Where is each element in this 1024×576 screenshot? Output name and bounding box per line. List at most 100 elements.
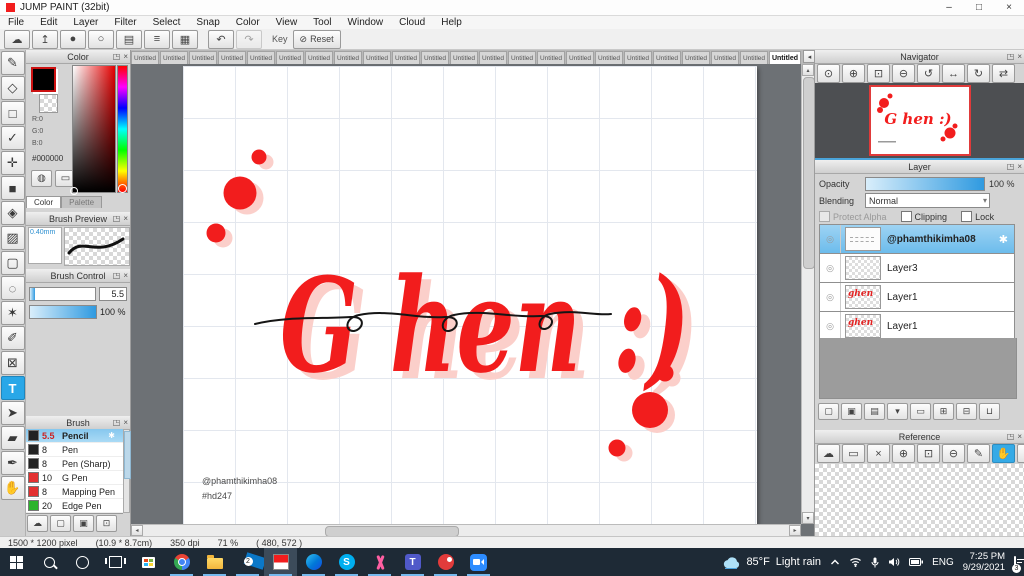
red-app-button[interactable] [429,548,462,576]
menu-item[interactable]: Layer [65,17,106,28]
close-icon[interactable]: × [123,271,128,280]
color-wheel-button[interactable]: ◍ [31,170,52,187]
volume-tray-button[interactable] [888,557,900,567]
tab-palette[interactable]: Palette [61,196,103,208]
teams-button[interactable]: T [396,548,429,576]
clipping-checkbox[interactable]: Clipping [900,211,947,222]
select-pen-tool[interactable]: ✐ [0,326,25,350]
brush-size-slider[interactable] [29,287,97,301]
edge-button[interactable] [297,548,330,576]
menu-item[interactable]: Window [340,17,392,28]
nav-fit-button[interactable]: ⊡ [867,64,890,83]
settings-list-button[interactable]: ≡ [144,29,170,49]
search-button[interactable] [33,548,66,576]
ref-close-button[interactable]: × [867,444,890,463]
cortana-button[interactable] [66,548,99,576]
document-tab[interactable]: Untitled [392,51,420,64]
nav-reset-rotation-button[interactable]: ↻ [967,64,990,83]
comment-outline-button[interactable]: ○ [88,29,114,49]
move-tool[interactable]: ✛ [0,151,25,175]
ref-open-button[interactable]: ▭ [842,444,865,463]
lock-checkbox[interactable]: Lock [961,211,994,222]
popout-icon[interactable]: ◳ [1007,52,1015,61]
eraser-tool[interactable]: ◇ [0,76,25,100]
reset-button[interactable]: ⊘ Reset [292,29,341,49]
saturation-value-picker[interactable] [70,65,116,195]
soft-eraser-tool[interactable]: ▰ [0,426,25,450]
undo-button[interactable]: ↶ [208,29,234,49]
document-tab[interactable]: Untitled [131,51,159,64]
nav-zoom-out-button[interactable]: ⊖ [892,64,915,83]
document-tab[interactable]: Untitled [595,51,623,64]
add-8bit-layer-button[interactable]: ▣ [841,403,862,420]
language-indicator[interactable]: ENG [932,557,954,568]
popout-icon[interactable]: ◳ [113,271,121,280]
task-view-button[interactable] [99,548,132,576]
close-icon[interactable]: × [123,214,128,223]
magic-wand-tool[interactable]: ✶ [0,301,25,325]
layer-1a[interactable]: ◎ ghen Layer1 ✱ [819,283,1015,312]
chrome-button[interactable] [165,548,198,576]
close-icon[interactable]: × [1017,52,1022,61]
nav-zoom-tool-button[interactable]: ⊙ [817,64,840,83]
layer-visibility-toggle[interactable]: ◎ [820,312,841,340]
curve-tool[interactable]: ✓ [0,126,25,150]
brush-pencil[interactable]: 5.5 Pencil ✱ [26,429,123,443]
select-eraser-tool[interactable]: ⊠ [0,351,25,375]
document-tab[interactable]: Untitled [566,51,594,64]
add-folder-button[interactable]: ▭ [910,403,931,420]
document-tab[interactable]: Untitled [711,51,739,64]
scroll-left-icon[interactable]: ◂ [131,525,143,536]
gradient-tool[interactable]: ▨ [0,226,25,250]
foreground-color-swatch[interactable] [31,67,56,92]
brush-settings-icon[interactable]: ✱ [108,431,115,440]
nav-flip-button[interactable]: ⇄ [992,64,1015,83]
ref-hand-button[interactable]: ✋ [992,444,1015,463]
brush-pen-sharp[interactable]: 8 Pen (Sharp) ✱ [26,457,123,471]
document-tab[interactable]: Untitled [682,51,710,64]
object-select-tool[interactable]: ➤ [0,401,25,425]
brush-pen[interactable]: 8 Pen ✱ [26,443,123,457]
mail-button[interactable]: 2 [231,548,264,576]
popout-icon[interactable]: ◳ [113,214,121,223]
tab-scroll-left-button[interactable]: ◂ [803,50,814,63]
menu-item[interactable]: Snap [188,17,227,28]
ref-fit-button[interactable]: ⊡ [917,444,940,463]
text-tool[interactable]: T [0,376,25,400]
duplicate-layer-button[interactable]: ⊞ [933,403,954,420]
layer-1b[interactable]: ◎ ghen Layer1 ✱ [819,312,1015,341]
nav-zoom-in-button[interactable]: ⊕ [842,64,865,83]
close-icon[interactable]: × [123,52,128,61]
hand-tool[interactable]: ✋ [0,476,25,500]
document-tab[interactable]: Untitled [363,51,391,64]
close-button[interactable]: × [994,0,1024,15]
active-document-tab[interactable]: Untitled [769,51,801,64]
hue-slider[interactable] [117,65,128,193]
palette-grid-button[interactable]: ▦ [172,29,198,49]
wifi-tray-button[interactable] [849,557,862,567]
close-icon[interactable]: × [123,418,128,427]
publish-button[interactable]: ↥ [32,29,58,49]
close-icon[interactable]: × [1017,432,1022,441]
microphone-tray-button[interactable] [871,557,879,568]
brush-mapping-pen[interactable]: 8 Mapping Pen ✱ [26,485,123,499]
canvas-viewport[interactable]: G hen :) G hen :) @phamthikimha08 #hd247 [131,64,801,524]
brush-edge-pen[interactable]: 20 Edge Pen ✱ [26,499,123,513]
menu-item[interactable]: Select [145,17,189,28]
add-layer-button[interactable]: ▢ [818,403,839,420]
document-tab[interactable]: Untitled [450,51,478,64]
document-button[interactable]: ▤ [116,29,142,49]
clock[interactable]: 7:25 PM 9/29/2021 [963,551,1005,573]
start-button[interactable] [0,548,33,576]
vertical-scrollbar[interactable]: ▴ ▾ [801,64,815,524]
layer-3[interactable]: ◎ Layer3 ✱ [819,254,1015,283]
file-explorer-button[interactable] [198,548,231,576]
document-tab[interactable]: Untitled [247,51,275,64]
ref-zoom-in-button[interactable]: ⊕ [892,444,915,463]
transparent-color-swatch[interactable] [39,94,58,113]
lasso-tool[interactable]: ◌ [0,276,25,300]
cloud-button[interactable]: ☁ [4,29,30,49]
brush-save-button[interactable]: ▣ [73,515,94,532]
document-tab[interactable]: Untitled [537,51,565,64]
brush-list-scrollbar[interactable] [123,429,131,513]
